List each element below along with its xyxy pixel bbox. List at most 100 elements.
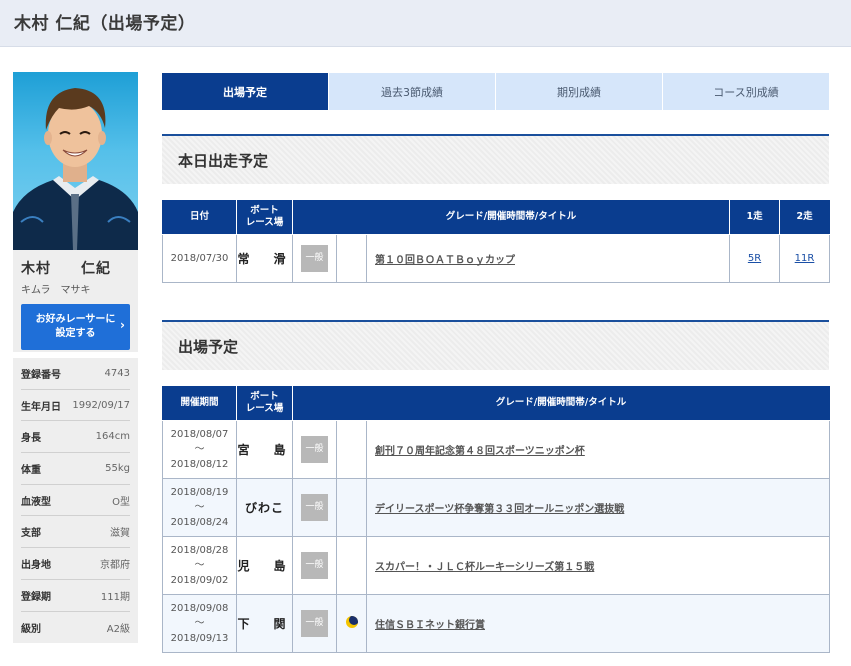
venue-cell: 児 島 <box>236 535 293 595</box>
table-row: 2018/07/30 常 滑 一般 第１０回ＢＯＡＴＢｏｙカップ 5R 11R <box>162 233 831 283</box>
detail-label: 血液型 <box>21 496 51 508</box>
tab-course-results[interactable]: コース別成績 <box>663 73 829 110</box>
detail-label: 出身地 <box>21 559 51 571</box>
venue-name: 常 滑 <box>237 251 292 266</box>
detail-row: 生年月日 1992/09/17 <box>21 390 130 422</box>
table-row: 2018/09/08 ～ 2018/09/13 下 関 一般 住信ＳＢＩネット銀行賞 <box>162 593 831 653</box>
page-header: 木村 仁紀（出場予定） <box>0 0 851 47</box>
tab-bar: 出場予定 過去3節成績 期別成績 コース別成績 <box>162 73 829 110</box>
table-row: 2018/08/19 ～ 2018/08/24 びわこ 一般 デイリースポーツ杯争奪… <box>162 477 831 537</box>
col-header-race1: 1走 <box>729 200 781 235</box>
tab-term-results[interactable]: 期別成績 <box>496 73 663 110</box>
today-race-table: 日付 ボート レース場 グレード/開催時間帯/タイトル 1走 2走 2018/07… <box>162 200 831 283</box>
tab-past-3-meets[interactable]: 過去3節成績 <box>329 73 496 110</box>
detail-row: 支部 滋賀 <box>21 516 130 549</box>
detail-value: 1992/09/17 <box>72 399 130 411</box>
detail-label: 支部 <box>21 528 41 540</box>
grade-cell: 一般 <box>292 419 337 479</box>
detail-label: 登録番号 <box>21 369 61 381</box>
detail-row: 登録番号 4743 <box>21 358 130 390</box>
night-moon-icon <box>345 615 358 628</box>
favorite-button-label-line2: 設定する <box>55 328 96 339</box>
time-slot-cell <box>336 419 367 479</box>
schedule-section-heading: 出場予定 <box>162 320 829 370</box>
grade-cell: 一般 <box>292 593 337 653</box>
detail-row: 出身地 京都府 <box>21 548 130 580</box>
col-header-venue: ボート レース場 <box>236 200 293 235</box>
grade-cell: 一般 <box>292 233 337 283</box>
race-date: 2018/07/30 <box>162 233 237 283</box>
time-slot-cell <box>336 593 367 653</box>
grade-badge: 一般 <box>301 551 328 579</box>
time-slot-cell <box>336 233 367 283</box>
grade-cell: 一般 <box>292 477 337 537</box>
venue-name: 児 島 <box>237 558 292 573</box>
race-title-link[interactable]: 住信ＳＢＩネット銀行賞 <box>365 593 831 653</box>
profile-name-box: 木村 仁紀 キムラ マサキ お好みレーサーに 設定する › <box>13 250 138 352</box>
profile-details: 登録番号 4743 生年月日 1992/09/17 身長 164cm 体重 55kg 血… <box>13 358 138 644</box>
racer-profile-sidebar: 木村 仁紀 キムラ マサキ お好みレーサーに 設定する › 登録番号 4743 生… <box>13 72 138 644</box>
grade-badge: 一般 <box>301 609 328 637</box>
period-cell: 2018/08/28 ～ 2018/09/02 <box>162 535 237 595</box>
detail-value: 滋賀 <box>110 528 130 540</box>
detail-value: O型 <box>112 496 130 508</box>
table-row: 2018/08/28 ～ 2018/09/02 児 島 一般 スカパー！・ＪＬＣ杯ル… <box>162 535 831 595</box>
race1-cell: 5R <box>729 233 781 283</box>
detail-row: 体重 55kg <box>21 453 130 485</box>
venue-name: びわこ <box>244 500 284 515</box>
racer-name-kana: キムラ マサキ <box>21 285 91 296</box>
set-favorite-racer-button[interactable]: お好みレーサーに 設定する › <box>21 304 130 350</box>
grade-cell: 一般 <box>292 535 337 595</box>
favorite-button-label-line1: お好みレーサーに <box>35 314 116 325</box>
chevron-right-icon: › <box>120 318 125 332</box>
today-heading-text: 本日出走予定 <box>178 152 269 170</box>
grade-badge: 一般 <box>301 435 328 463</box>
detail-row: 級別 A2級 <box>21 612 130 644</box>
race-title-link[interactable]: スカパー！・ＪＬＣ杯ルーキーシリーズ第１５戦 <box>365 535 831 595</box>
col-header-date: 日付 <box>162 200 237 235</box>
period-cell: 2018/08/07 ～ 2018/08/12 <box>162 419 237 479</box>
page-title: 木村 仁紀（出場予定） <box>14 14 196 34</box>
today-section-heading: 本日出走予定 <box>162 134 829 184</box>
schedule-heading-text: 出場予定 <box>178 338 239 356</box>
col-header-venue: ボート レース場 <box>236 386 293 421</box>
time-slot-cell <box>336 477 367 537</box>
detail-label: 級別 <box>21 623 41 635</box>
detail-label: 生年月日 <box>21 401 61 413</box>
detail-label: 身長 <box>21 433 41 445</box>
period-cell: 2018/08/19 ～ 2018/08/24 <box>162 477 237 537</box>
detail-label: 体重 <box>21 464 41 476</box>
grade-badge: 一般 <box>301 244 328 272</box>
racer-name: 木村 仁紀 <box>21 261 111 277</box>
venue-cell: 宮 島 <box>236 419 293 479</box>
race-title-link[interactable]: 創刊７０周年記念第４８回スポーツニッポン杯 <box>365 419 831 479</box>
racer-photo <box>13 72 138 250</box>
col-header-grade-title: グレード/開催時間帯/タイトル <box>291 200 731 235</box>
col-header-period: 開催期間 <box>162 386 237 421</box>
detail-label: 登録期 <box>21 591 51 603</box>
detail-value: 京都府 <box>100 559 130 571</box>
venue-cell: 常 滑 <box>236 233 293 283</box>
detail-value: 111期 <box>100 591 130 603</box>
venue-name: 下 関 <box>237 616 292 631</box>
race-title-link[interactable]: デイリースポーツ杯争奪第３３回オールニッポン選抜戦 <box>365 477 831 537</box>
race1-link[interactable]: 5R <box>748 253 761 264</box>
table-row: 2018/08/07 ～ 2018/08/12 宮 島 一般 創刊７０周年記念第４８… <box>162 419 831 479</box>
race-title-link[interactable]: 第１０回ＢＯＡＴＢｏｙカップ <box>365 233 731 283</box>
detail-row: 身長 164cm <box>21 421 130 454</box>
detail-row: 血液型 O型 <box>21 485 130 517</box>
col-header-race2: 2走 <box>779 200 831 235</box>
time-slot-cell <box>336 535 367 595</box>
detail-value: 4743 <box>104 367 130 379</box>
race2-link[interactable]: 11R <box>795 253 815 264</box>
tab-upcoming[interactable]: 出場予定 <box>162 73 329 110</box>
venue-name: 宮 島 <box>237 442 292 457</box>
schedule-table: 開催期間 ボート レース場 グレード/開催時間帯/タイトル 2018/08/07 ～… <box>162 386 831 653</box>
venue-cell: びわこ <box>236 477 293 537</box>
grade-badge: 一般 <box>301 493 328 521</box>
period-cell: 2018/09/08 ～ 2018/09/13 <box>162 593 237 653</box>
venue-cell: 下 関 <box>236 593 293 653</box>
detail-value: A2級 <box>106 623 130 635</box>
detail-value: 164cm <box>95 431 130 443</box>
detail-row: 登録期 111期 <box>21 580 130 612</box>
